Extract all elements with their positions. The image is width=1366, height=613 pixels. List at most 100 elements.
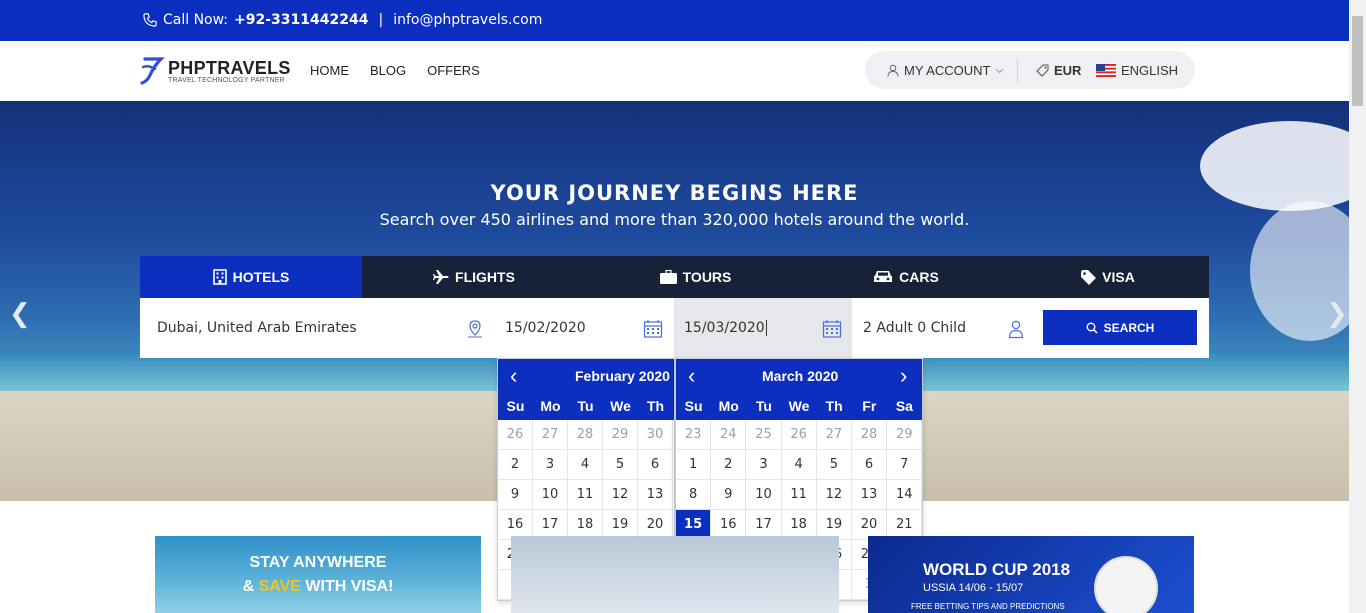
plane-icon: [433, 270, 449, 284]
prev-month-icon[interactable]: ‹: [510, 363, 517, 389]
next-month-icon[interactable]: ›: [900, 363, 907, 389]
currency-selector[interactable]: EUR: [1036, 63, 1081, 78]
tab-flights[interactable]: FLIGHTS: [362, 256, 586, 298]
tab-tours-label: TOURS: [682, 269, 732, 285]
calendar-day[interactable]: 2: [711, 450, 747, 480]
calendar-day[interactable]: 11: [781, 480, 817, 510]
promo-worldcup-banner[interactable]: WORLD CUP 2018 USSIA 14/06 - 15/07 FREE …: [868, 536, 1194, 613]
prev-month-icon[interactable]: ‹: [688, 363, 695, 389]
tab-tours[interactable]: TOURS: [586, 256, 805, 298]
tab-visa[interactable]: VISA: [1007, 256, 1209, 298]
calendar-day[interactable]: 1: [676, 450, 712, 480]
weekday-header: Su Mo Tu We Th Fr Sa: [676, 391, 922, 420]
checkout-value: 15/03/2020: [684, 320, 765, 336]
calendar-day[interactable]: 3: [533, 450, 568, 480]
nav-blog[interactable]: BLOG: [370, 63, 406, 78]
calendar-day[interactable]: 26: [781, 420, 817, 450]
football-image: [1094, 556, 1158, 613]
nav-home[interactable]: HOME: [310, 63, 349, 78]
calendar-day[interactable]: 14: [887, 480, 923, 510]
calendar-day[interactable]: 28: [851, 420, 888, 450]
language-selector[interactable]: ENGLISH: [1096, 63, 1178, 78]
my-account-dropdown[interactable]: MY ACCOUNT: [887, 63, 1004, 78]
logo[interactable]: PHPTRAVELS TRAVEL TECHNOLOGY PARTNER: [139, 55, 291, 87]
tab-cars-label: CARS: [899, 269, 939, 285]
hotel-search-form: Dubai, United Arab Emirates 15/02/2020 1…: [140, 298, 1209, 358]
hero-subtitle: Search over 450 airlines and more than 3…: [379, 210, 970, 229]
promo-flight-banner[interactable]: [511, 536, 839, 613]
header: PHPTRAVELS TRAVEL TECHNOLOGY PARTNER HOM…: [0, 41, 1349, 101]
calendar-day[interactable]: 6: [638, 450, 673, 480]
worldcup-tagline: FREE BETTING TIPS AND PREDICTIONS: [911, 602, 1065, 611]
tab-cars[interactable]: CARS: [805, 256, 1007, 298]
scrollbar[interactable]: [1349, 0, 1366, 613]
destination-field[interactable]: Dubai, United Arab Emirates: [140, 298, 495, 358]
weekday-label: Su: [684, 397, 703, 414]
calendar-day[interactable]: 9: [498, 480, 533, 510]
calendar-day[interactable]: 2: [498, 450, 533, 480]
us-flag-icon: [1096, 64, 1116, 77]
search-icon: [1086, 322, 1098, 334]
hotel-icon: [212, 269, 227, 285]
calendar-day[interactable]: 12: [816, 480, 852, 510]
tab-hotels[interactable]: HOTELS: [140, 256, 362, 298]
calendar-day[interactable]: 11: [568, 480, 603, 510]
calendar-day[interactable]: 25: [746, 420, 782, 450]
calendar-day[interactable]: 5: [603, 450, 638, 480]
user-icon: [887, 64, 899, 77]
weekday-label: Su: [506, 397, 525, 414]
calendar-day[interactable]: 23: [676, 420, 712, 450]
calendar-day[interactable]: 12: [603, 480, 638, 510]
calendar-day[interactable]: 13: [851, 480, 888, 510]
calendar-day[interactable]: 9: [711, 480, 747, 510]
separator: |: [378, 12, 384, 28]
main-nav: HOME BLOG OFFERS: [310, 63, 480, 78]
calendar-day[interactable]: 29: [603, 420, 638, 450]
call-label: Call Now:: [163, 12, 229, 28]
calendar-day[interactable]: 29: [887, 420, 923, 450]
calendar-day[interactable]: 5: [816, 450, 852, 480]
calendar-day[interactable]: 8: [676, 480, 712, 510]
calendar-day[interactable]: 7: [887, 450, 923, 480]
search-button[interactable]: SEARCH: [1043, 310, 1197, 345]
calendar-day[interactable]: 26: [498, 420, 533, 450]
phone-number[interactable]: +92-3311442244: [234, 12, 368, 28]
car-icon: [874, 271, 893, 282]
chevron-down-icon: [996, 68, 1004, 73]
calendar-day[interactable]: 28: [568, 420, 603, 450]
checkin-field[interactable]: 15/02/2020: [495, 298, 673, 358]
weekday-label: Mo: [718, 397, 739, 414]
calendar-icon: [643, 320, 663, 338]
logo-icon: [140, 57, 165, 85]
calendar-day[interactable]: 10: [533, 480, 568, 510]
nav-offers[interactable]: OFFERS: [427, 63, 480, 78]
calendar-day[interactable]: 13: [638, 480, 673, 510]
logo-name: PHPTRAVELS: [168, 57, 291, 78]
scrollbar-thumb[interactable]: [1352, 16, 1363, 106]
guests-field[interactable]: 2 Adult 0 Child: [853, 298, 1036, 358]
calendar-day[interactable]: 27: [533, 420, 568, 450]
slider-next-icon[interactable]: ❯: [1326, 299, 1348, 329]
calendar-day[interactable]: 24: [711, 420, 747, 450]
email-link[interactable]: info@phptravels.com: [393, 12, 542, 28]
promo-visa-line2-post: WITH VISA!: [300, 578, 394, 595]
calendar-day[interactable]: 10: [746, 480, 782, 510]
calendar-day[interactable]: 3: [746, 450, 782, 480]
weekday-label: Sa: [895, 397, 913, 414]
currency-label: EUR: [1054, 63, 1082, 78]
calendar-day[interactable]: 30: [638, 420, 673, 450]
slider-prev-icon[interactable]: ❮: [9, 299, 31, 329]
promo-visa-banner[interactable]: STAY ANYWHERE & SAVE WITH VISA!: [155, 536, 481, 613]
calendar-day[interactable]: 27: [816, 420, 852, 450]
divider: [1017, 59, 1018, 83]
calendar-day[interactable]: 4: [568, 450, 603, 480]
tag-icon: [1081, 269, 1097, 285]
calendar-day[interactable]: 6: [851, 450, 888, 480]
checkin-value: 15/02/2020: [505, 320, 586, 336]
calendar-day[interactable]: 4: [781, 450, 817, 480]
text-cursor: [765, 320, 767, 336]
month-title: March 2020: [762, 368, 839, 384]
weekday-label: Tu: [577, 397, 594, 414]
checkout-field[interactable]: 15/03/2020: [674, 298, 852, 358]
promo-visa-line1: STAY ANYWHERE: [249, 554, 387, 571]
